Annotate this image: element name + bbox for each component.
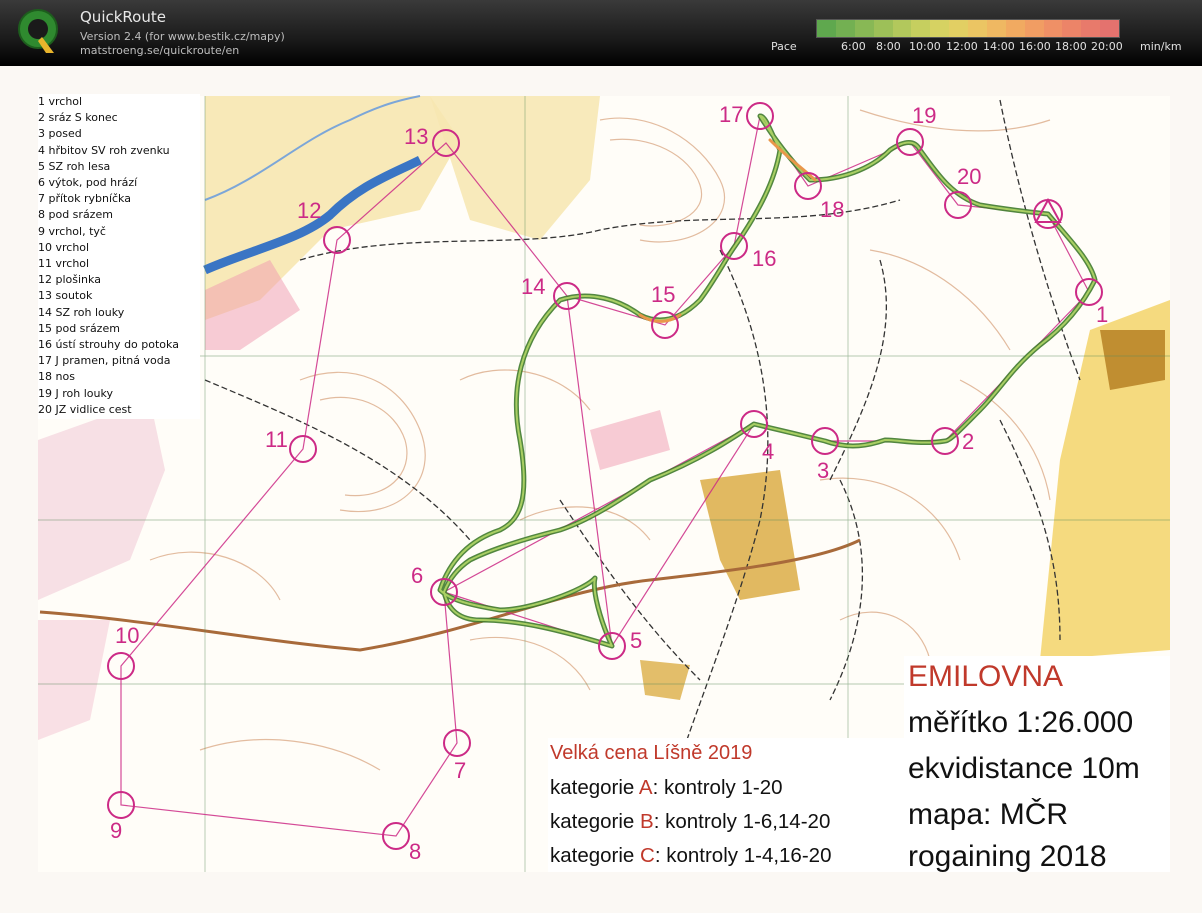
pace-tick: 20:00 [1091,40,1123,53]
title-bar: QuickRoute Version 2.4 (for www.bestik.c… [0,0,1202,66]
control-description-item: 3 posed [38,127,82,141]
pace-color-scale [816,19,1120,38]
pace-color-swatch [873,20,893,37]
category-line-c: kategorie C: kontroly 1-4,16-20 [550,844,832,867]
control-description-item: 7 přítok rybníčka [38,192,131,206]
control-number-8: 8 [409,839,421,864]
control-number-15: 15 [651,282,675,307]
pace-tick: 18:00 [1055,40,1087,53]
category-line-b: kategorie B: kontroly 1-6,14-20 [550,810,831,833]
map-name: EMILOVNA [908,660,1064,693]
control-number-20: 20 [957,164,981,189]
control-description-item: 17 J pramen, pitná voda [38,354,171,368]
app-version: Version 2.4 (for www.bestik.cz/mapy) [80,30,285,43]
control-description-item: 6 výtok, pod hrází [38,176,138,190]
control-number-12: 12 [297,198,321,223]
control-number-2: 2 [962,429,974,454]
control-description-item: 10 vrchol [38,240,90,254]
pace-color-swatch [854,20,874,37]
control-description-item: 8 pod srázem [38,208,113,222]
control-description-item: 1 vrchol [38,95,83,108]
open-area [1100,330,1165,390]
control-description-item: 19 J roh louky [38,386,113,400]
control-description-item: 13 soutok [38,289,93,303]
pace-color-swatch [968,20,987,37]
map-scale: měřítko 1:26.000 [908,706,1134,739]
event-title: Velká cena Líšně 2019 [550,742,753,764]
pace-color-swatch [911,20,931,37]
control-description-item: 5 SZ roh lesa [38,159,111,173]
control-descriptions: 1 vrchol 2 sráz S konec 3 posed 4 hřbitov S… [38,94,200,419]
control-number-1: 1 [1096,302,1108,327]
control-number-11: 11 [265,427,288,452]
control-description-item: 18 nos [38,370,75,384]
control-number-9: 9 [110,818,122,843]
map-source-event: rogaining 2018 [908,840,1107,873]
map-source: mapa: MČR [908,798,1069,831]
control-number-16: 16 [752,246,776,271]
control-description-item: 9 vrchol, tyč [38,224,106,238]
pace-tick: 10:00 [909,40,941,53]
control-number-17: 17 [719,102,743,127]
quickroute-logo-icon [18,9,58,53]
control-description-item: 20 JZ vidlice cest [38,402,132,416]
control-number-14: 14 [521,274,545,299]
pace-tick: 12:00 [946,40,978,53]
control-number-4: 4 [762,439,774,464]
control-description-item: 11 vrchol [38,257,90,271]
pace-color-swatch [1062,20,1082,37]
control-number-6: 6 [411,563,423,588]
app-title: QuickRoute [80,8,166,26]
app-url[interactable]: matstroeng.se/quickroute/en [80,44,239,57]
control-number-7: 7 [454,758,466,783]
pace-tick: 8:00 [876,40,901,53]
pace-unit: min/km [1140,40,1182,53]
pace-color-swatch [1005,20,1025,37]
control-number-10: 10 [115,623,139,648]
event-info: Velká cena Líšně 2019 kategorie A: kontr… [548,738,904,872]
map-canvas[interactable]: 1 2 3 4 5 6 7 8 9 10 11 12 13 14 15 16 1… [0,66,1202,913]
control-description-item: 14 SZ roh louky [38,305,125,319]
control-number-19: 19 [912,103,936,128]
category-line-a: kategorie A: kontroly 1-20 [550,776,783,799]
pace-color-swatch [1024,20,1044,37]
control-description-item: 12 plošinka [38,273,101,287]
control-description-item: 2 sráz S konec [38,111,118,125]
pace-color-swatch [1081,20,1101,37]
pace-color-swatch [949,20,968,37]
pace-label: Pace [771,40,797,53]
map-info: EMILOVNA měřítko 1:26.000 ekvidistance 1… [904,656,1170,873]
pace-color-swatch [1043,20,1063,37]
pace-tick: 16:00 [1019,40,1051,53]
control-description-item: 16 ústí strouhy do potoka [38,338,179,352]
control-number-5: 5 [630,628,642,653]
control-number-18: 18 [820,197,844,222]
pace-color-swatch [930,20,950,37]
control-number-13: 13 [404,124,428,149]
pace-color-swatch [986,20,1006,37]
pace-color-swatch [835,20,855,37]
pace-tick: 6:00 [841,40,866,53]
pace-color-swatch [817,20,836,37]
pace-tick: 14:00 [983,40,1015,53]
control-description-item: 4 hřbitov SV roh zvenku [38,143,170,157]
pace-color-swatch [892,20,912,37]
pace-color-swatch [1100,20,1119,37]
map-contour-interval: ekvidistance 10m [908,752,1140,785]
control-number-3: 3 [817,458,829,483]
control-description-item: 15 pod srázem [38,321,120,335]
